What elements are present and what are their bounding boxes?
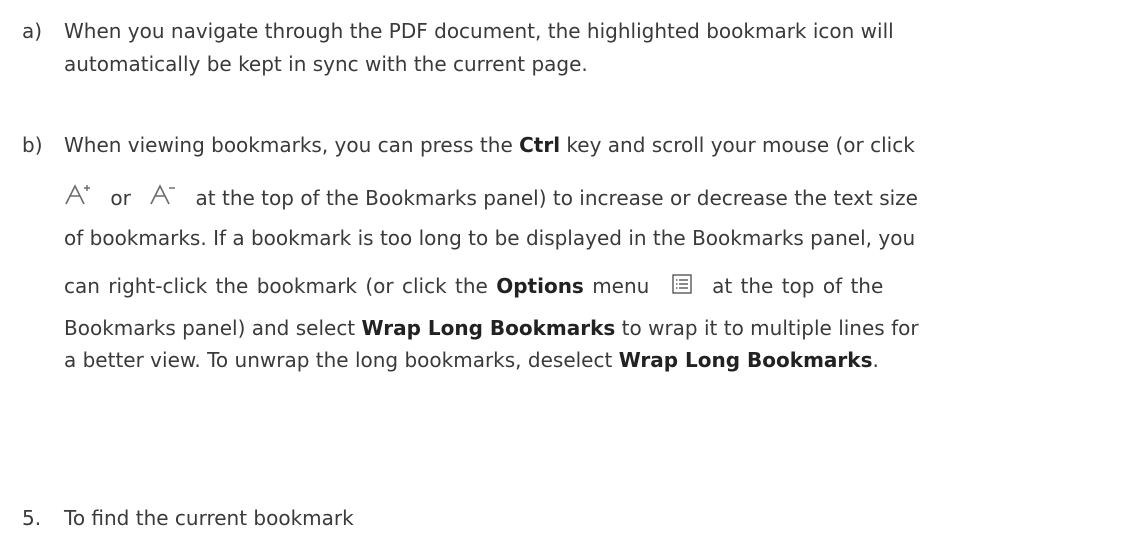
text-line: or at the top of the Bookmarks panel) to… bbox=[64, 183, 1100, 213]
font-increase-icon bbox=[64, 183, 92, 205]
paragraph: To find the current bookmark bbox=[64, 503, 1100, 533]
paragraph: When you navigate through the PDF docume… bbox=[64, 16, 1100, 79]
text-line: Bookmarks panel) and select Wrap Long Bo… bbox=[64, 316, 919, 340]
list-marker: b) bbox=[22, 133, 43, 157]
text-line: automatically be kept in sync with the c… bbox=[64, 52, 588, 76]
text-line: a better view. To unwrap the long bookma… bbox=[64, 348, 879, 372]
list-marker: 5. bbox=[22, 506, 42, 530]
list-marker: a) bbox=[22, 19, 43, 43]
options-label: Options bbox=[496, 274, 584, 298]
or-text: or bbox=[110, 186, 131, 210]
text-line: of bookmarks. If a bookmark is too long … bbox=[64, 226, 916, 250]
text-line: can right-click the bookmark (or click t… bbox=[64, 273, 884, 298]
step-heading: To find the current bookmark bbox=[64, 506, 354, 530]
options-menu-icon bbox=[672, 273, 692, 294]
wrap-long-bookmarks-label: Wrap Long Bookmarks bbox=[618, 348, 873, 372]
text-line: When you navigate through the PDF docume… bbox=[64, 19, 894, 43]
ctrl-key-label: Ctrl bbox=[519, 133, 561, 157]
text-line: When viewing bookmarks, you can press th… bbox=[64, 133, 915, 157]
font-decrease-icon bbox=[149, 183, 177, 205]
wrap-long-bookmarks-label: Wrap Long Bookmarks bbox=[361, 316, 616, 340]
paragraph: When viewing bookmarks, you can press th… bbox=[64, 130, 1100, 375]
